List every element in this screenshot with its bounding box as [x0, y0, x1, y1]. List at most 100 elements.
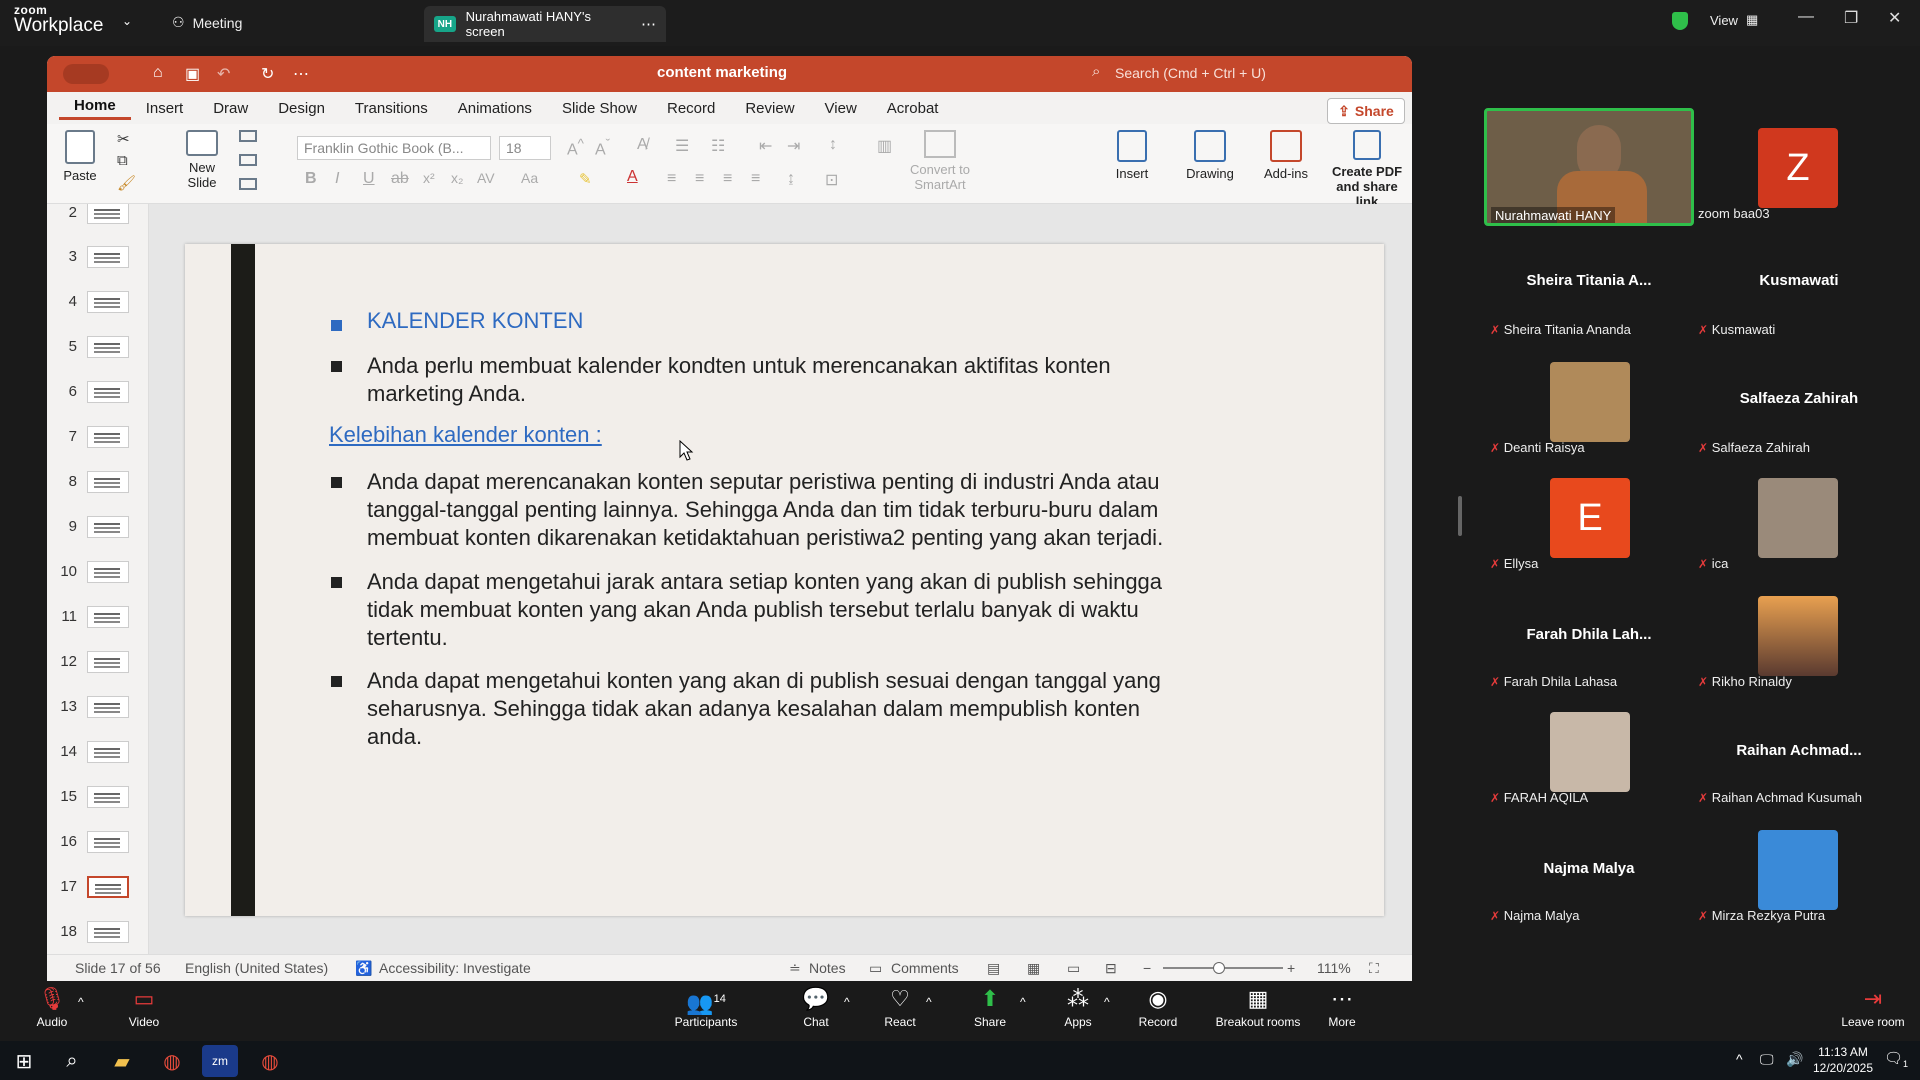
participant-tile-farah-dhila[interactable]: ✗ Farah Dhila Lahasa	[1490, 674, 1617, 689]
cut-icon[interactable]: ✂	[117, 130, 130, 148]
chrome-icon[interactable]: ◍	[154, 1045, 190, 1077]
participant-tile-najma[interactable]: ✗ Najma Malya	[1490, 908, 1580, 923]
highlight-icon[interactable]: ✎	[579, 170, 592, 188]
notes-button[interactable]: Notes	[809, 960, 846, 976]
screen-share-tab[interactable]: NH Nurahmawati HANY's screen ⋯	[424, 6, 666, 42]
accessibility-status[interactable]: Accessibility: Investigate	[379, 960, 531, 976]
format-painter-icon[interactable]: 🖌	[117, 174, 136, 192]
participants-button[interactable]: 👥14 Participants	[666, 987, 746, 1029]
justify-icon[interactable]: ≡	[751, 170, 760, 188]
breakout-rooms-button[interactable]: ▦ Breakout rooms	[1208, 987, 1308, 1030]
thumbnail-slide-16[interactable]: 16	[47, 827, 148, 857]
participant-tile-mirza[interactable]: ✗ Mirza Rezkya Putra	[1698, 908, 1825, 923]
chevron-up-icon[interactable]: ^	[78, 995, 84, 1009]
more-icon[interactable]: ⋯	[641, 15, 656, 33]
thumbnail-slide-6[interactable]: 6	[47, 377, 148, 407]
tab-draw[interactable]: Draw	[198, 100, 263, 117]
participant-tile-rikho[interactable]: ✗ Rikho Rinaldy	[1698, 674, 1792, 689]
share-screen-button[interactable]: ⬆ Share	[950, 987, 1030, 1030]
volume-icon[interactable]: 🔊	[1786, 1051, 1803, 1068]
network-icon[interactable]: 🖵	[1760, 1051, 1774, 1068]
system-clock[interactable]: 11:13 AM 12/20/2025	[1806, 1044, 1880, 1076]
create-pdf-button[interactable]: Create PDF and share link	[1327, 130, 1407, 209]
thumbnail-slide-14[interactable]: 14	[47, 737, 148, 767]
thumbnail-slide-2[interactable]: 2	[47, 204, 148, 228]
participant-tile-salfaeza[interactable]: ✗ Salfaeza Zahirah	[1698, 440, 1810, 455]
windows-start-icon[interactable]: ⊞	[6, 1045, 42, 1077]
undo-icon[interactable]: ↶	[217, 64, 230, 84]
view-button[interactable]: View ▦	[1710, 12, 1758, 28]
thumbnail-slide-3[interactable]: 3	[47, 242, 148, 272]
thumbnail-slide-12[interactable]: 12	[47, 647, 148, 677]
thumbnail-slide-13[interactable]: 13	[47, 692, 148, 722]
font-name-select[interactable]: Franklin Gothic Book (B...	[297, 136, 491, 160]
align-center-icon[interactable]: ≡	[695, 170, 704, 188]
zoom-in-icon[interactable]: +	[1287, 960, 1295, 976]
zoom-app-icon[interactable]: zm	[202, 1045, 238, 1077]
presenter-view-icon[interactable]: ⊟	[1105, 960, 1117, 977]
char-spacing-icon[interactable]: AV	[477, 170, 495, 186]
participant-tile-farah-aqila[interactable]: ✗ FARAH AQILA	[1490, 790, 1588, 805]
drawing-button[interactable]: Drawing	[1181, 130, 1239, 181]
thumbnail-slide-7[interactable]: 7	[47, 422, 148, 452]
chrome-icon[interactable]: ◍	[252, 1045, 288, 1077]
align-text-icon[interactable]: ⊡	[825, 170, 838, 190]
grow-font-icon[interactable]: A^	[567, 136, 584, 159]
thumbnail-slide-18[interactable]: 18	[47, 917, 148, 947]
leave-room-button[interactable]: ⇥ Leave room	[1828, 987, 1918, 1030]
section-icon[interactable]	[239, 178, 257, 190]
clear-format-icon[interactable]: A̸	[637, 136, 648, 154]
tab-insert[interactable]: Insert	[131, 100, 199, 117]
bold-icon[interactable]: B	[305, 170, 317, 188]
subscript-icon[interactable]: x₂	[451, 170, 463, 186]
paste-button[interactable]: Paste	[57, 130, 103, 183]
underline-icon[interactable]: U	[363, 170, 375, 188]
window-controls[interactable]	[63, 64, 109, 84]
zoom-percent[interactable]: 111%	[1317, 960, 1351, 976]
zoom-out-icon[interactable]: −	[1143, 960, 1151, 976]
tab-acrobat[interactable]: Acrobat	[872, 100, 954, 117]
tab-home[interactable]: Home	[59, 97, 131, 120]
line-spacing-icon[interactable]: ↕	[829, 136, 837, 154]
slide-sorter-icon[interactable]: ▦	[1027, 960, 1040, 977]
record-button[interactable]: ◉ Record	[1118, 987, 1198, 1030]
columns-icon[interactable]: ▥	[877, 136, 892, 156]
participant-tile-deanti[interactable]: ✗ Deanti Raisya	[1490, 440, 1585, 455]
align-right-icon[interactable]: ≡	[723, 170, 732, 188]
tab-transitions[interactable]: Transitions	[340, 100, 443, 117]
tab-review[interactable]: Review	[730, 100, 809, 117]
insert-button[interactable]: Insert	[1103, 130, 1161, 181]
thumbnail-slide-4[interactable]: 4	[47, 287, 148, 317]
font-size-select[interactable]: 18	[499, 136, 551, 160]
search-input[interactable]: Search (Cmd + Ctrl + U)	[1115, 65, 1266, 81]
thumbnail-slide-5[interactable]: 5	[47, 332, 148, 362]
shrink-font-icon[interactable]: Aˇ	[595, 136, 610, 159]
file-explorer-icon[interactable]: ▰	[104, 1045, 140, 1077]
tab-animations[interactable]: Animations	[443, 100, 547, 117]
thumbnail-slide-8[interactable]: 8	[47, 467, 148, 497]
thumbnail-slide-9[interactable]: 9	[47, 512, 148, 542]
strikethrough-icon[interactable]: ab	[391, 170, 409, 188]
font-color-icon[interactable]: A	[627, 168, 638, 186]
participant-tile-ellysa[interactable]: ✗ Ellysa	[1490, 556, 1538, 571]
thumbnail-slide-15[interactable]: 15	[47, 782, 148, 812]
home-icon[interactable]: ⌂	[153, 64, 163, 82]
notification-icon[interactable]: 🗨1	[1884, 1049, 1908, 1069]
more-button[interactable]: ⋯ More	[1302, 987, 1382, 1030]
chevron-up-icon[interactable]: ^	[926, 995, 932, 1009]
layout-icon[interactable]	[239, 130, 257, 142]
comments-button[interactable]: Comments	[891, 960, 959, 976]
thumbnail-slide-11[interactable]: 11	[47, 602, 148, 632]
bullets-icon[interactable]: ☰	[675, 136, 689, 156]
italic-icon[interactable]: I	[335, 170, 339, 188]
superscript-icon[interactable]: x²	[423, 170, 435, 186]
current-slide[interactable]: KALENDER KONTEN Anda perlu membuat kalen…	[185, 244, 1384, 916]
more-icon[interactable]: ⋯	[293, 64, 309, 84]
normal-view-icon[interactable]: ▤	[987, 960, 1000, 977]
tab-view[interactable]: View	[810, 100, 872, 117]
participant-tile-ica[interactable]: ✗ ica	[1698, 556, 1728, 571]
text-direction-icon[interactable]: ↨	[787, 170, 795, 188]
decrease-indent-icon[interactable]: ⇤	[759, 136, 772, 156]
chevron-up-icon[interactable]: ^	[1104, 995, 1110, 1009]
close-icon[interactable]: ✕	[1888, 8, 1901, 28]
